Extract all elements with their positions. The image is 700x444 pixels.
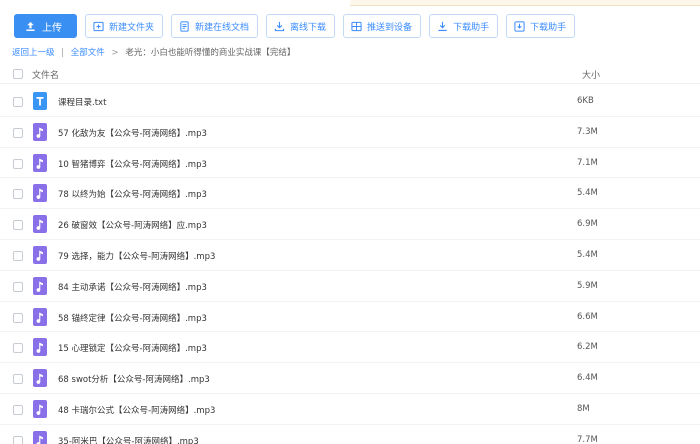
file-size: 6.4M <box>577 373 598 384</box>
audio-file-icon <box>33 153 47 172</box>
row-checkbox[interactable] <box>13 189 23 200</box>
file-row[interactable]: 84 主动承诺【公众号-阿涛网络】.mp3 5.9M <box>0 271 700 302</box>
audio-file-icon <box>33 430 47 444</box>
row-checkbox[interactable] <box>13 281 23 292</box>
row-checkbox[interactable] <box>13 435 23 444</box>
file-name[interactable]: 26 破窗效【公众号-阿涛网络】应.mp3 <box>58 219 207 231</box>
file-name[interactable]: 57 化敌为友【公众号-阿涛网络】.mp3 <box>58 127 207 139</box>
file-size: 6.6M <box>577 311 598 322</box>
column-header-name[interactable]: 文件名 <box>32 68 59 81</box>
file-name[interactable]: 课程目录.txt <box>58 96 106 108</box>
push-to-device-label: 推送到设备 <box>367 22 413 33</box>
row-checkbox[interactable] <box>13 250 23 261</box>
row-checkbox[interactable] <box>13 97 23 107</box>
file-size: 6.2M <box>577 342 598 353</box>
row-checkbox[interactable] <box>13 220 23 231</box>
download-helper-label-2: 下载助手 <box>530 22 567 33</box>
file-name[interactable]: 48 卡瑞尔公式【公众号-阿涛网络】.mp3 <box>58 404 215 416</box>
row-checkbox[interactable] <box>13 404 23 415</box>
breadcrumb-separator: > <box>111 48 119 58</box>
folder-plus-icon <box>93 21 104 32</box>
audio-file-icon <box>33 215 47 234</box>
breadcrumb-all-files-link[interactable]: 全部文件 <box>71 48 105 58</box>
file-row[interactable]: 48 卡瑞尔公式【公众号-阿涛网络】.mp3 8M <box>0 394 700 425</box>
file-row[interactable]: 68 swot分析【公众号-阿涛网络】.mp3 6.4M <box>0 363 700 394</box>
file-row[interactable]: 58 锚终定律【公众号-阿涛网络】.mp3 6.6M <box>0 302 700 333</box>
download-icon <box>437 21 448 32</box>
file-name[interactable]: 10 智猪博弈【公众号-阿涛网络】.mp3 <box>58 158 207 170</box>
file-row[interactable]: 35-阿米巴【公众号-阿涛网络】.mp3 7.7M <box>0 425 700 444</box>
audio-file-icon <box>33 245 47 264</box>
document-icon <box>179 20 190 32</box>
file-list: 课程目录.txt 6KB 57 化敌为友【公众号-阿涛网络】.mp3 7.3M 10 智… <box>0 86 700 444</box>
file-size: 5.4M <box>577 249 598 260</box>
offline-download-label: 离线下载 <box>290 22 327 33</box>
upload-label: 上传 <box>42 22 62 34</box>
row-checkbox[interactable] <box>13 374 23 385</box>
new-folder-button[interactable]: 新建文件夹 <box>85 14 164 38</box>
file-row[interactable]: 79 选择，能力【公众号-阿涛网络】.mp3 5.4M <box>0 240 700 271</box>
file-name[interactable]: 35-阿米巴【公众号-阿涛网络】.mp3 <box>58 435 199 444</box>
breadcrumb-current: 老光：小白也能听得懂的商业实战课【完结】 <box>125 48 296 58</box>
file-name[interactable]: 84 主动承诺【公众号-阿涛网络】.mp3 <box>58 281 207 293</box>
file-size: 7.7M <box>577 434 598 444</box>
audio-file-icon <box>33 338 47 357</box>
offline-download-button[interactable]: 离线下载 <box>266 14 336 38</box>
file-row[interactable]: 课程目录.txt 6KB <box>0 86 700 117</box>
download-helper-button-2[interactable]: 下载助手 <box>506 14 576 38</box>
file-name[interactable]: 78 以终为始【公众号-阿涛网络】.mp3 <box>58 188 207 200</box>
audio-file-icon <box>33 307 47 326</box>
file-size: 6KB <box>577 96 594 106</box>
upload-icon <box>25 21 36 32</box>
row-checkbox[interactable] <box>13 158 23 169</box>
file-size: 7.1M <box>577 157 598 168</box>
file-row[interactable]: 26 破窗效【公众号-阿涛网络】应.mp3 6.9M <box>0 209 700 240</box>
file-size: 5.9M <box>577 280 598 291</box>
file-size: 7.3M <box>577 126 598 137</box>
audio-file-icon <box>33 399 47 418</box>
upload-button[interactable]: 上传 <box>14 14 77 38</box>
file-name[interactable]: 79 选择，能力【公众号-阿涛网络】.mp3 <box>58 250 215 262</box>
file-size: 8M <box>577 403 590 414</box>
breadcrumb: 返回上一级 | 全部文件 > 老光：小白也能听得懂的商业实战课【完结】 <box>12 46 295 58</box>
push-to-device-button[interactable]: 推送到设备 <box>343 14 422 38</box>
select-all-checkbox[interactable] <box>13 69 23 79</box>
audio-file-icon <box>33 369 47 388</box>
file-name[interactable]: 15 心理锁定【公众号-阿涛网络】.mp3 <box>58 342 207 354</box>
row-checkbox[interactable] <box>13 343 23 354</box>
breadcrumb-separator: | <box>61 48 65 58</box>
file-row[interactable]: 78 以终为始【公众号-阿涛网络】.mp3 5.4M <box>0 178 700 210</box>
file-row[interactable]: 15 心理锁定【公众号-阿涛网络】.mp3 6.2M <box>0 332 700 364</box>
column-header-size[interactable]: 大小 <box>582 68 600 81</box>
download-helper-button-1[interactable]: 下载助手 <box>429 14 499 38</box>
notice-strip <box>0 0 700 6</box>
breadcrumb-back-link[interactable]: 返回上一级 <box>12 48 55 58</box>
new-online-doc-label: 新建在线文档 <box>195 22 250 33</box>
file-row[interactable]: 10 智猪博弈【公众号-阿涛网络】.mp3 7.1M <box>0 148 700 179</box>
row-checkbox[interactable] <box>13 127 23 138</box>
toolbar: 上传 新建文件夹 新建在线文档 离线下载 推送到设备 下载助手 下载助手 <box>14 14 583 38</box>
file-name[interactable]: 68 swot分析【公众号-阿涛网络】.mp3 <box>58 373 210 385</box>
row-checkbox[interactable] <box>13 312 23 323</box>
file-row[interactable]: 57 化敌为友【公众号-阿涛网络】.mp3 7.3M <box>0 117 700 148</box>
new-online-doc-button[interactable]: 新建在线文档 <box>171 14 259 38</box>
download-box-icon <box>514 20 525 32</box>
audio-file-icon <box>33 276 47 295</box>
download-icon <box>274 21 285 32</box>
file-size: 5.4M <box>577 188 598 199</box>
new-folder-label: 新建文件夹 <box>109 22 155 33</box>
device-icon <box>351 21 362 32</box>
file-size: 6.9M <box>577 219 598 230</box>
download-helper-label-1: 下载助手 <box>453 22 490 33</box>
file-list-header: 文件名 大小 <box>0 62 700 84</box>
audio-file-icon <box>33 184 47 203</box>
text-file-icon <box>33 92 47 110</box>
audio-file-icon <box>33 122 47 141</box>
file-name[interactable]: 58 锚终定律【公众号-阿涛网络】.mp3 <box>58 312 207 324</box>
